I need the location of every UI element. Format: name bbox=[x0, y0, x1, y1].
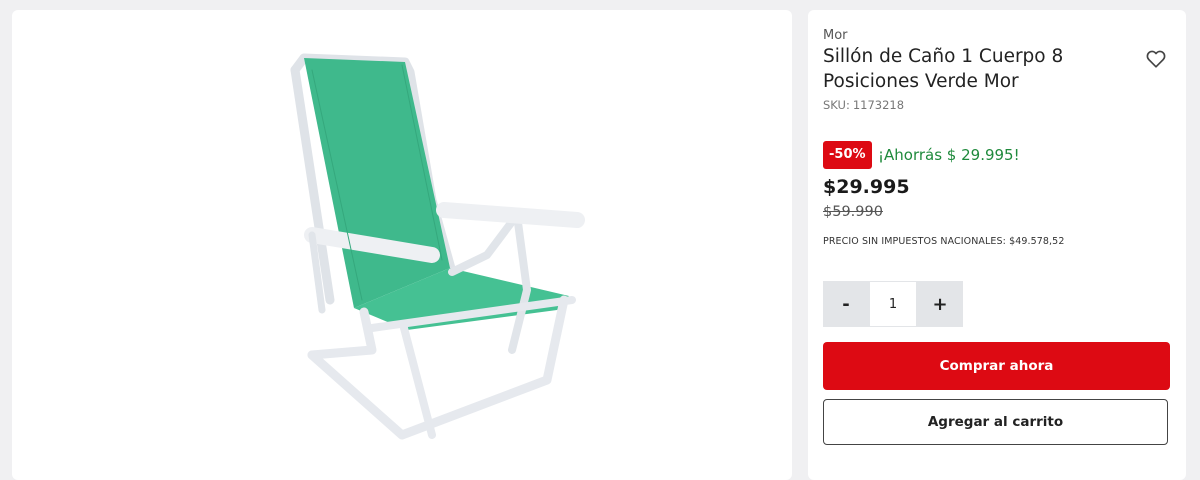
sku-label: SKU: bbox=[823, 98, 850, 112]
sku-value: 1173218 bbox=[852, 98, 905, 112]
buy-now-button[interactable]: Comprar ahora bbox=[823, 342, 1170, 390]
quantity-decrease-button[interactable]: - bbox=[823, 281, 869, 327]
tax-note: PRECIO SIN IMPUESTOS NACIONALES: $49.578… bbox=[823, 236, 1065, 247]
product-brand[interactable]: Mor bbox=[823, 28, 848, 43]
heart-outline-icon[interactable] bbox=[1145, 48, 1167, 70]
savings-text: ¡Ahorrás $ 29.995! bbox=[878, 146, 1020, 164]
product-image-panel bbox=[12, 10, 792, 480]
discount-badge: -50% bbox=[823, 141, 872, 169]
add-to-cart-button[interactable]: Agregar al carrito bbox=[823, 399, 1168, 445]
current-price: $29.995 bbox=[823, 176, 910, 198]
product-info-panel: Mor Sillón de Caño 1 Cuerpo 8 Posiciones… bbox=[808, 10, 1186, 480]
product-title: Sillón de Caño 1 Cuerpo 8 Posiciones Ver… bbox=[823, 46, 1064, 92]
product-sku: SKU: 1173218 bbox=[823, 98, 904, 112]
quantity-input[interactable]: 1 bbox=[869, 281, 917, 327]
quantity-increase-button[interactable]: + bbox=[917, 281, 963, 327]
old-price: $59.990 bbox=[823, 204, 883, 220]
quantity-stepper: - 1 + bbox=[823, 281, 963, 327]
product-image[interactable] bbox=[12, 10, 792, 467]
